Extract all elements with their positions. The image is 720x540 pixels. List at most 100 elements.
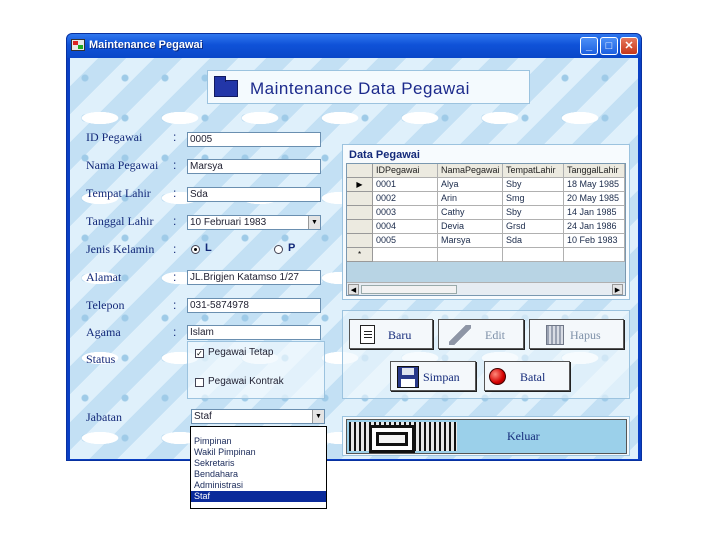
chevron-down-icon[interactable]: ▼ <box>308 216 320 229</box>
baru-button[interactable]: Baru <box>349 319 433 349</box>
grid-cell[interactable]: 0005 <box>373 234 438 248</box>
grid-cell[interactable]: Devia <box>438 220 503 234</box>
grid-cell[interactable]: Grsd <box>503 220 564 234</box>
grid-cell[interactable]: 10 Feb 1983 <box>564 234 625 248</box>
dropdown-option[interactable]: Wakil Pimpinan <box>191 447 326 458</box>
chevron-down-icon[interactable]: ▼ <box>312 410 324 423</box>
pen-icon <box>449 325 471 345</box>
jabatan-dropdown-list[interactable]: Pimpinan Wakil Pimpinan Sekretaris Benda… <box>190 426 327 509</box>
grid-cell[interactable]: 20 May 1985 <box>564 192 625 206</box>
grid-cell[interactable]: 0002 <box>373 192 438 206</box>
tanggal-lahir-label: Tanggal Lahir <box>86 214 154 228</box>
pegawai-tetap-label: Pegawai Tetap <box>208 347 274 358</box>
colon: : <box>173 270 177 284</box>
new-row-cell[interactable] <box>503 248 564 262</box>
keluar-button[interactable]: Keluar <box>346 419 627 454</box>
scroll-left-icon[interactable]: ◀ <box>348 284 359 295</box>
dropdown-option[interactable]: Sekretaris <box>191 458 326 469</box>
dropdown-option[interactable]: Bendahara <box>191 469 326 480</box>
grid-cell[interactable]: Alya <box>438 178 503 192</box>
grid-cell[interactable]: 18 May 1985 <box>564 178 625 192</box>
app-icon[interactable] <box>71 39 85 51</box>
title-bar[interactable]: Maintenance Pegawai _ □ ✕ <box>67 34 641 58</box>
simpan-button[interactable]: Simpan <box>390 361 476 391</box>
row-selector[interactable] <box>347 234 373 248</box>
tanggal-lahir-picker[interactable]: 10 Februari 1983 ▼ <box>187 215 321 230</box>
row-selector[interactable] <box>347 192 373 206</box>
hapus-button-label: Hapus <box>570 328 601 342</box>
telepon-field[interactable]: 031-5874978 <box>187 298 321 313</box>
nama-pegawai-field[interactable]: Marsya <box>187 159 321 174</box>
grid-cell[interactable]: Marsya <box>438 234 503 248</box>
checkbox-pegawai-tetap[interactable]: ✓ <box>195 349 204 358</box>
horizontal-scrollbar[interactable]: ◀ ▶ <box>347 282 625 295</box>
column-header[interactable]: TanggalLahir <box>564 164 625 178</box>
column-header[interactable]: IDPegawai <box>373 164 438 178</box>
new-row-cell[interactable] <box>438 248 503 262</box>
grid-cell[interactable]: Sby <box>503 206 564 220</box>
colon: : <box>173 298 177 312</box>
alamat-field[interactable]: JL.Brigjen Katamso 1/27 <box>187 270 321 285</box>
grid-cell[interactable]: Sby <box>503 178 564 192</box>
grid-cell[interactable]: 0003 <box>373 206 438 220</box>
keluar-button-label: Keluar <box>507 429 540 443</box>
data-pegawai-panel: Data Pegawai IDPegawai NamaPegawai Tempa… <box>342 144 630 300</box>
jenis-kelamin-label: Jenis Kelamin <box>86 242 155 256</box>
window-title: Maintenance Pegawai <box>89 39 203 51</box>
column-header[interactable]: NamaPegawai <box>438 164 503 178</box>
exit-door-icon <box>349 422 457 453</box>
batal-button[interactable]: Batal <box>484 361 570 391</box>
checkbox-pegawai-kontrak[interactable] <box>195 378 204 387</box>
document-icon <box>360 325 375 344</box>
grid-cell[interactable]: 24 Jan 1986 <box>564 220 625 234</box>
tempat-lahir-label: Tempat Lahir <box>86 186 151 200</box>
minimize-button[interactable]: _ <box>580 37 598 55</box>
tempat-lahir-field[interactable]: Sda <box>187 187 321 202</box>
agama-field[interactable]: Islam <box>187 325 321 340</box>
jabatan-label: Jabatan <box>86 410 122 424</box>
grid-cell[interactable]: Cathy <box>438 206 503 220</box>
grid-cell[interactable]: Smg <box>503 192 564 206</box>
colon: : <box>173 242 177 256</box>
new-row-cell[interactable] <box>373 248 438 262</box>
page-title: Maintenance Data Pegawai <box>250 79 470 98</box>
jabatan-select[interactable]: Staf ▼ <box>191 409 325 424</box>
trash-bin-icon <box>546 325 564 345</box>
id-pegawai-field[interactable]: 0005 <box>187 132 321 147</box>
row-selector[interactable] <box>347 206 373 220</box>
colon: : <box>173 186 177 200</box>
edit-button[interactable]: Edit <box>438 319 524 349</box>
grid-cell[interactable]: Sda <box>503 234 564 248</box>
radio-perempuan-label: P <box>288 242 296 254</box>
radio-perempuan[interactable] <box>274 245 283 254</box>
status-label: Status <box>86 352 116 366</box>
hapus-button[interactable]: Hapus <box>529 319 624 349</box>
dropdown-option[interactable]: Administrasi <box>191 480 326 491</box>
colon: : <box>173 158 177 172</box>
simpan-button-label: Simpan <box>423 370 460 384</box>
row-selector-current[interactable]: ▶ <box>347 178 373 192</box>
scrollbar-thumb[interactable] <box>361 285 457 294</box>
new-row-selector[interactable]: * <box>347 248 373 262</box>
radio-laki-laki-label: L <box>205 242 212 254</box>
employee-form: ID Pegawai : 0005 Nama Pegawai : Marsya … <box>70 120 333 459</box>
row-selector[interactable] <box>347 220 373 234</box>
radio-laki-laki[interactable] <box>191 245 200 254</box>
close-button[interactable]: ✕ <box>620 37 638 55</box>
grid-cell[interactable]: 0001 <box>373 178 438 192</box>
column-header[interactable]: TempatLahir <box>503 164 564 178</box>
pegawai-kontrak-label: Pegawai Kontrak <box>208 376 284 387</box>
new-row-cell[interactable] <box>564 248 625 262</box>
scroll-right-icon[interactable]: ▶ <box>612 284 623 295</box>
grid-cell[interactable]: Arin <box>438 192 503 206</box>
dropdown-option-selected[interactable]: Staf <box>191 491 326 502</box>
form-client-area: Maintenance Data Pegawai ID Pegawai : 00… <box>70 58 638 459</box>
nama-pegawai-label: Nama Pegawai <box>86 158 159 172</box>
action-button-panel: Baru Edit Hapus Simpan Batal <box>342 310 630 399</box>
grid-caption: Data Pegawai <box>349 149 420 161</box>
dropdown-option[interactable]: Pimpinan <box>191 436 326 447</box>
grid-cell[interactable]: 0004 <box>373 220 438 234</box>
maximize-button[interactable]: □ <box>600 37 618 55</box>
grid-cell[interactable]: 14 Jan 1985 <box>564 206 625 220</box>
data-grid[interactable]: IDPegawai NamaPegawai TempatLahir Tangga… <box>346 163 626 296</box>
